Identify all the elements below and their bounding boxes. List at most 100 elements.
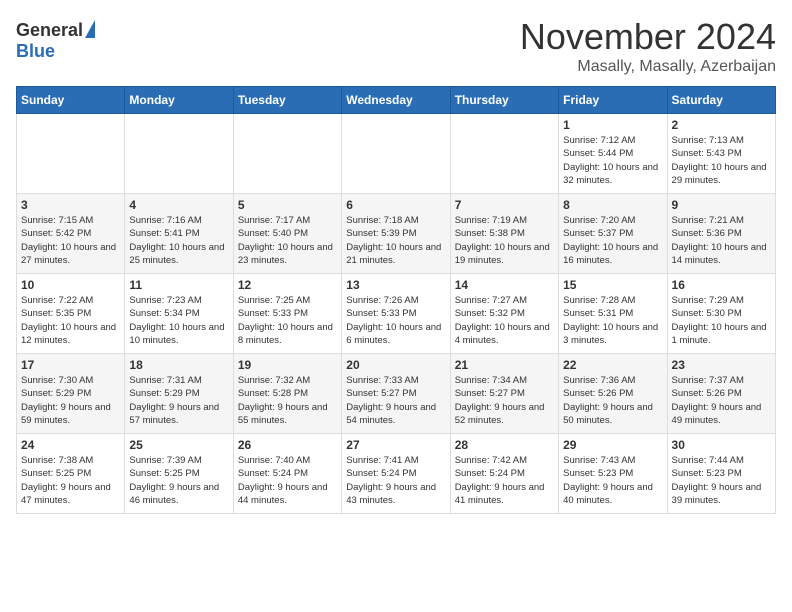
day-info: Sunrise: 7:30 AM Sunset: 5:29 PM Dayligh… — [21, 374, 120, 427]
day-number: 5 — [238, 198, 337, 212]
title-section: November 2024 Masally, Masally, Azerbaij… — [520, 16, 776, 76]
weekday-header-row: SundayMondayTuesdayWednesdayThursdayFrid… — [17, 87, 776, 114]
day-info: Sunrise: 7:43 AM Sunset: 5:23 PM Dayligh… — [563, 454, 662, 507]
day-info: Sunrise: 7:13 AM Sunset: 5:43 PM Dayligh… — [672, 134, 771, 187]
calendar-week-2: 3 Sunrise: 7:15 AM Sunset: 5:42 PM Daylig… — [17, 194, 776, 274]
day-number: 9 — [672, 198, 771, 212]
day-info: Sunrise: 7:18 AM Sunset: 5:39 PM Dayligh… — [346, 214, 445, 267]
day-number: 3 — [21, 198, 120, 212]
calendar-cell: 19 Sunrise: 7:32 AM Sunset: 5:28 PM Dayli… — [233, 354, 341, 434]
day-info: Sunrise: 7:36 AM Sunset: 5:26 PM Dayligh… — [563, 374, 662, 427]
day-number: 2 — [672, 118, 771, 132]
calendar-table: SundayMondayTuesdayWednesdayThursdayFrid… — [16, 86, 776, 514]
calendar-cell: 8 Sunrise: 7:20 AM Sunset: 5:37 PM Daylig… — [559, 194, 667, 274]
day-number: 19 — [238, 358, 337, 372]
day-info: Sunrise: 7:28 AM Sunset: 5:31 PM Dayligh… — [563, 294, 662, 347]
calendar-cell: 28 Sunrise: 7:42 AM Sunset: 5:24 PM Dayli… — [450, 434, 558, 514]
calendar-cell: 12 Sunrise: 7:25 AM Sunset: 5:33 PM Dayli… — [233, 274, 341, 354]
day-info: Sunrise: 7:32 AM Sunset: 5:28 PM Dayligh… — [238, 374, 337, 427]
day-number: 18 — [129, 358, 228, 372]
day-info: Sunrise: 7:41 AM Sunset: 5:24 PM Dayligh… — [346, 454, 445, 507]
day-info: Sunrise: 7:37 AM Sunset: 5:26 PM Dayligh… — [672, 374, 771, 427]
calendar-cell: 7 Sunrise: 7:19 AM Sunset: 5:38 PM Daylig… — [450, 194, 558, 274]
calendar-cell: 3 Sunrise: 7:15 AM Sunset: 5:42 PM Daylig… — [17, 194, 125, 274]
day-number: 12 — [238, 278, 337, 292]
day-info: Sunrise: 7:17 AM Sunset: 5:40 PM Dayligh… — [238, 214, 337, 267]
calendar-body: 1 Sunrise: 7:12 AM Sunset: 5:44 PM Daylig… — [17, 114, 776, 514]
day-number: 27 — [346, 438, 445, 452]
calendar-week-4: 17 Sunrise: 7:30 AM Sunset: 5:29 PM Dayli… — [17, 354, 776, 434]
month-title: November 2024 — [520, 16, 776, 58]
day-info: Sunrise: 7:29 AM Sunset: 5:30 PM Dayligh… — [672, 294, 771, 347]
calendar-cell: 27 Sunrise: 7:41 AM Sunset: 5:24 PM Dayli… — [342, 434, 450, 514]
calendar-cell: 6 Sunrise: 7:18 AM Sunset: 5:39 PM Daylig… — [342, 194, 450, 274]
calendar-cell: 21Sunrise: 7:34 AM Sunset: 5:27 PM Dayli… — [450, 354, 558, 434]
day-number: 26 — [238, 438, 337, 452]
day-info: Sunrise: 7:40 AM Sunset: 5:24 PM Dayligh… — [238, 454, 337, 507]
day-number: 11 — [129, 278, 228, 292]
day-info: Sunrise: 7:20 AM Sunset: 5:37 PM Dayligh… — [563, 214, 662, 267]
day-number: 28 — [455, 438, 554, 452]
logo: General Blue — [16, 20, 95, 62]
calendar-cell: 20 Sunrise: 7:33 AM Sunset: 5:27 PM Dayli… — [342, 354, 450, 434]
calendar-cell: 9 Sunrise: 7:21 AM Sunset: 5:36 PM Daylig… — [667, 194, 775, 274]
day-info: Sunrise: 7:42 AM Sunset: 5:24 PM Dayligh… — [455, 454, 554, 507]
day-number: 8 — [563, 198, 662, 212]
day-number: 16 — [672, 278, 771, 292]
weekday-sunday: Sunday — [17, 87, 125, 114]
calendar-cell: 22 Sunrise: 7:36 AM Sunset: 5:26 PM Dayli… — [559, 354, 667, 434]
day-info: Sunrise: 7:39 AM Sunset: 5:25 PM Dayligh… — [129, 454, 228, 507]
weekday-wednesday: Wednesday — [342, 87, 450, 114]
weekday-thursday: Thursday — [450, 87, 558, 114]
calendar-cell: 18 Sunrise: 7:31 AM Sunset: 5:29 PM Dayli… — [125, 354, 233, 434]
calendar-cell: 17 Sunrise: 7:30 AM Sunset: 5:29 PM Dayli… — [17, 354, 125, 434]
page-header: General Blue November 2024 Masally, Masa… — [16, 16, 776, 76]
day-info: Sunrise: 7:22 AM Sunset: 5:35 PM Dayligh… — [21, 294, 120, 347]
day-number: 14 — [455, 278, 554, 292]
calendar-cell: 10Sunrise: 7:22 AM Sunset: 5:35 PM Dayli… — [17, 274, 125, 354]
day-number: 13 — [346, 278, 445, 292]
location-title: Masally, Masally, Azerbaijan — [520, 58, 776, 76]
calendar-cell: 11 Sunrise: 7:23 AM Sunset: 5:34 PM Dayli… — [125, 274, 233, 354]
day-number: 22 — [563, 358, 662, 372]
calendar-cell: 4Sunrise: 7:16 AM Sunset: 5:41 PM Daylig… — [125, 194, 233, 274]
day-info: Sunrise: 7:44 AM Sunset: 5:23 PM Dayligh… — [672, 454, 771, 507]
day-info: Sunrise: 7:33 AM Sunset: 5:27 PM Dayligh… — [346, 374, 445, 427]
logo-general-text: General — [16, 20, 83, 41]
day-number: 7 — [455, 198, 554, 212]
calendar-cell: 14 Sunrise: 7:27 AM Sunset: 5:32 PM Dayli… — [450, 274, 558, 354]
calendar-cell: 2 Sunrise: 7:13 AM Sunset: 5:43 PM Daylig… — [667, 114, 775, 194]
weekday-friday: Friday — [559, 87, 667, 114]
calendar-cell: 24Sunrise: 7:38 AM Sunset: 5:25 PM Dayli… — [17, 434, 125, 514]
day-info: Sunrise: 7:15 AM Sunset: 5:42 PM Dayligh… — [21, 214, 120, 267]
day-info: Sunrise: 7:12 AM Sunset: 5:44 PM Dayligh… — [563, 134, 662, 187]
calendar-cell: 15Sunrise: 7:28 AM Sunset: 5:31 PM Dayli… — [559, 274, 667, 354]
calendar-cell: 16 Sunrise: 7:29 AM Sunset: 5:30 PM Dayli… — [667, 274, 775, 354]
calendar-cell: 30 Sunrise: 7:44 AM Sunset: 5:23 PM Dayli… — [667, 434, 775, 514]
day-number: 30 — [672, 438, 771, 452]
calendar-week-5: 24Sunrise: 7:38 AM Sunset: 5:25 PM Dayli… — [17, 434, 776, 514]
day-info: Sunrise: 7:19 AM Sunset: 5:38 PM Dayligh… — [455, 214, 554, 267]
day-number: 20 — [346, 358, 445, 372]
calendar-cell — [233, 114, 341, 194]
day-info: Sunrise: 7:31 AM Sunset: 5:29 PM Dayligh… — [129, 374, 228, 427]
day-number: 1 — [563, 118, 662, 132]
calendar-cell — [125, 114, 233, 194]
weekday-tuesday: Tuesday — [233, 87, 341, 114]
day-number: 25 — [129, 438, 228, 452]
day-number: 17 — [21, 358, 120, 372]
calendar-week-3: 10Sunrise: 7:22 AM Sunset: 5:35 PM Dayli… — [17, 274, 776, 354]
calendar-cell — [342, 114, 450, 194]
day-info: Sunrise: 7:23 AM Sunset: 5:34 PM Dayligh… — [129, 294, 228, 347]
calendar-cell: 25 Sunrise: 7:39 AM Sunset: 5:25 PM Dayli… — [125, 434, 233, 514]
day-info: Sunrise: 7:27 AM Sunset: 5:32 PM Dayligh… — [455, 294, 554, 347]
day-info: Sunrise: 7:21 AM Sunset: 5:36 PM Dayligh… — [672, 214, 771, 267]
day-number: 29 — [563, 438, 662, 452]
calendar-cell — [17, 114, 125, 194]
day-number: 21 — [455, 358, 554, 372]
calendar-week-1: 1 Sunrise: 7:12 AM Sunset: 5:44 PM Daylig… — [17, 114, 776, 194]
logo-triangle-icon — [85, 20, 95, 38]
day-info: Sunrise: 7:38 AM Sunset: 5:25 PM Dayligh… — [21, 454, 120, 507]
day-number: 6 — [346, 198, 445, 212]
day-info: Sunrise: 7:25 AM Sunset: 5:33 PM Dayligh… — [238, 294, 337, 347]
